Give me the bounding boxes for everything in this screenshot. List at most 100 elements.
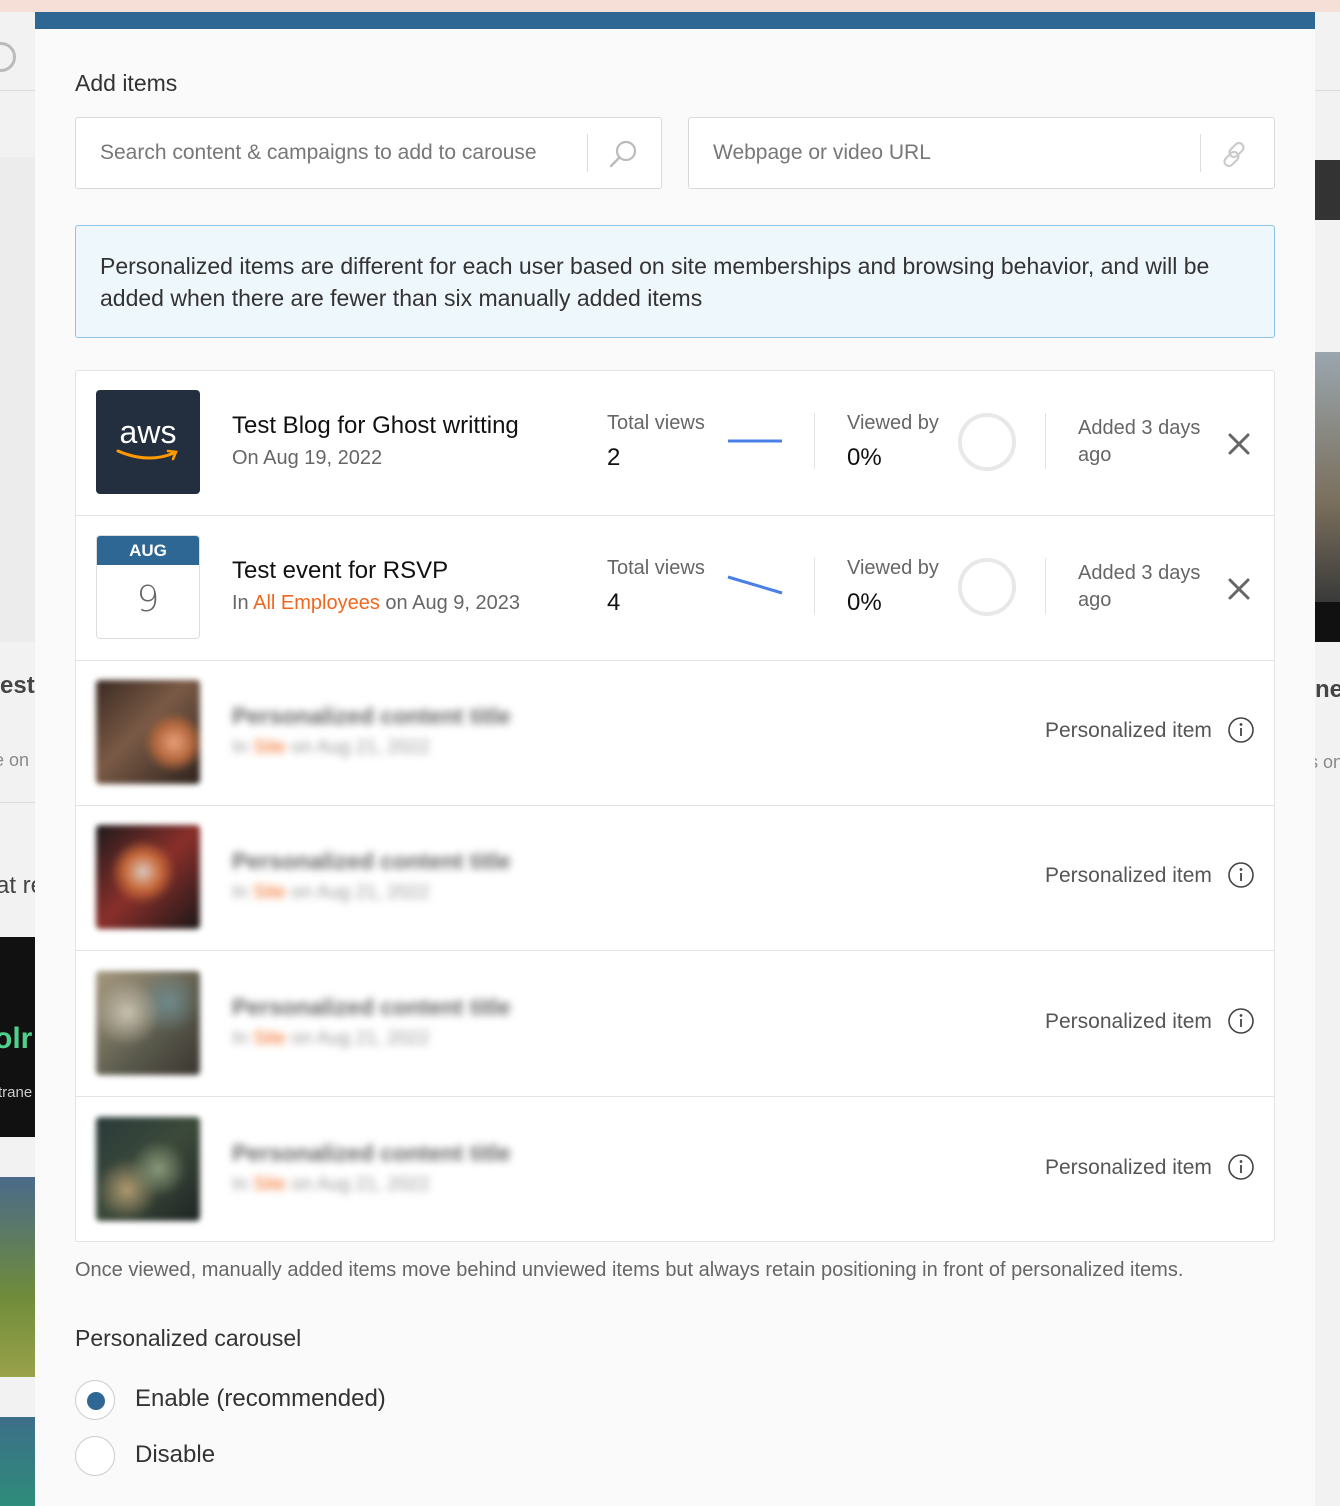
site-link: Site bbox=[253, 737, 286, 758]
url-input[interactable] bbox=[689, 118, 1194, 188]
info-icon[interactable] bbox=[1227, 861, 1255, 889]
background-text: trane bbox=[0, 1084, 33, 1101]
total-views-value: 4 bbox=[607, 589, 621, 616]
personalized-thumbnail bbox=[96, 680, 200, 784]
personalized-list-item: Personalized content title In Site on Au… bbox=[76, 952, 1274, 1097]
viewed-by-label: Viewed by bbox=[847, 557, 939, 579]
personalized-list-item: Personalized content title In Site on Au… bbox=[76, 661, 1274, 806]
personalized-subtitle: In Site on Aug 21, 2022 bbox=[232, 1174, 430, 1196]
subtitle-prefix: In bbox=[232, 1028, 254, 1049]
personalized-item-label: Personalized item bbox=[1045, 864, 1212, 887]
aws-logo-text: aws bbox=[119, 414, 177, 450]
subtitle-prefix: In bbox=[232, 592, 254, 614]
personalized-subtitle: In Site on Aug 21, 2022 bbox=[232, 1028, 430, 1050]
views-sparkline bbox=[727, 575, 783, 595]
stat-divider bbox=[1045, 413, 1046, 469]
personalized-item-label: Personalized item bbox=[1045, 1010, 1212, 1033]
background-text: s on bbox=[1315, 752, 1340, 772]
carousel-items-list: aws Test Blog for Ghost writting On Aug … bbox=[75, 370, 1275, 1242]
total-views-label: Total views bbox=[607, 557, 705, 579]
personalized-item-label: Personalized item bbox=[1045, 719, 1212, 742]
edit-carousel-modal: Add items Personalized items are differe… bbox=[35, 12, 1315, 1506]
site-link: Site bbox=[253, 882, 286, 903]
item-subtitle: In All Employees on Aug 9, 2023 bbox=[232, 592, 520, 615]
background-circle-icon bbox=[0, 42, 16, 72]
subtitle-prefix: In bbox=[232, 1174, 254, 1195]
total-views-value: 2 bbox=[607, 444, 621, 471]
viewed-by-progress-ring bbox=[958, 413, 1016, 471]
modal-header-bar bbox=[35, 12, 1315, 29]
info-icon[interactable] bbox=[1227, 1153, 1255, 1181]
personalized-info-message: Personalized items are different for eac… bbox=[75, 225, 1275, 338]
site-link: Site bbox=[253, 1174, 286, 1195]
disable-radio-label[interactable]: Disable bbox=[135, 1441, 215, 1469]
personalized-title: Personalized content title bbox=[232, 703, 511, 729]
field-separator bbox=[587, 134, 588, 172]
background-city-image bbox=[1315, 352, 1340, 602]
url-field bbox=[688, 117, 1275, 189]
item-title[interactable]: Test Blog for Ghost writting bbox=[232, 412, 519, 440]
stat-divider bbox=[1045, 558, 1046, 614]
total-views-label: Total views bbox=[607, 412, 705, 434]
enable-radio-label[interactable]: Enable (recommended) bbox=[135, 1385, 386, 1413]
viewed-by-value: 0% bbox=[847, 589, 882, 616]
background-page-left: est e on at re olr trane bbox=[0, 12, 35, 1506]
subtitle-date: on Aug 21, 2022 bbox=[285, 1174, 430, 1195]
viewed-by-progress-ring bbox=[958, 558, 1016, 616]
info-icon[interactable] bbox=[1227, 1007, 1255, 1035]
personalized-title: Personalized content title bbox=[232, 848, 511, 874]
subtitle-date: on Aug 21, 2022 bbox=[285, 1028, 430, 1049]
personalized-subtitle: In Site on Aug 21, 2022 bbox=[232, 737, 430, 759]
subtitle-prefix: In bbox=[232, 882, 254, 903]
viewed-by-value: 0% bbox=[847, 444, 882, 471]
subtitle-date: on Aug 21, 2022 bbox=[285, 737, 430, 758]
background-text: olr bbox=[0, 1022, 33, 1055]
background-text: e on bbox=[0, 750, 30, 770]
list-item: AUG 9 Test event for RSVP In All Employe… bbox=[76, 516, 1274, 661]
event-date-thumbnail: AUG 9 bbox=[96, 535, 200, 639]
views-sparkline bbox=[728, 439, 782, 443]
background-text: est bbox=[0, 672, 35, 699]
personalized-list-item: Personalized content title In Site on Au… bbox=[76, 806, 1274, 951]
site-link: Site bbox=[253, 1028, 286, 1049]
background-page-right: ne s on bbox=[1315, 12, 1340, 1506]
background-divider bbox=[1315, 90, 1340, 91]
item-date: On Aug 19, 2022 bbox=[232, 447, 383, 469]
info-icon[interactable] bbox=[1227, 716, 1255, 744]
personalized-title: Personalized content title bbox=[232, 1140, 511, 1166]
list-item: aws Test Blog for Ghost writting On Aug … bbox=[76, 371, 1274, 516]
aws-logo-thumbnail: aws bbox=[96, 390, 200, 494]
background-text: at re bbox=[0, 872, 35, 899]
remove-item-button[interactable] bbox=[1224, 574, 1254, 604]
background-divider bbox=[0, 802, 35, 803]
subtitle-date: on Aug 9, 2023 bbox=[379, 592, 520, 614]
personalized-subtitle: In Site on Aug 21, 2022 bbox=[232, 882, 430, 904]
aws-smile-icon bbox=[116, 449, 178, 461]
background-card bbox=[0, 157, 35, 642]
remove-item-button[interactable] bbox=[1224, 429, 1254, 459]
personalized-thumbnail bbox=[96, 825, 200, 929]
calendar-day: 9 bbox=[136, 579, 160, 620]
added-time: Added 3 days ago bbox=[1078, 562, 1201, 611]
stat-divider bbox=[814, 413, 815, 469]
add-items-title: Add items bbox=[75, 70, 178, 96]
search-input[interactable] bbox=[76, 118, 581, 188]
background-text: ne bbox=[1315, 676, 1340, 703]
background-divider bbox=[0, 90, 35, 91]
item-title[interactable]: Test event for RSVP bbox=[232, 557, 448, 585]
added-time: Added 3 days ago bbox=[1078, 417, 1201, 466]
enable-radio[interactable] bbox=[75, 1380, 115, 1420]
subtitle-date: on Aug 21, 2022 bbox=[285, 882, 430, 903]
stat-divider bbox=[814, 558, 815, 614]
link-icon[interactable] bbox=[1219, 138, 1253, 172]
search-icon[interactable] bbox=[606, 138, 640, 172]
background-image bbox=[0, 1417, 35, 1506]
personalized-thumbnail bbox=[96, 971, 200, 1075]
ordering-footnote: Once viewed, manually added items move b… bbox=[75, 1259, 1184, 1281]
browser-top-strip bbox=[0, 0, 1340, 12]
personalized-item-label: Personalized item bbox=[1045, 1156, 1212, 1179]
disable-radio[interactable] bbox=[75, 1436, 115, 1476]
site-link[interactable]: All Employees bbox=[253, 592, 380, 614]
personalized-thumbnail bbox=[96, 1117, 200, 1221]
personalized-title: Personalized content title bbox=[232, 994, 511, 1020]
